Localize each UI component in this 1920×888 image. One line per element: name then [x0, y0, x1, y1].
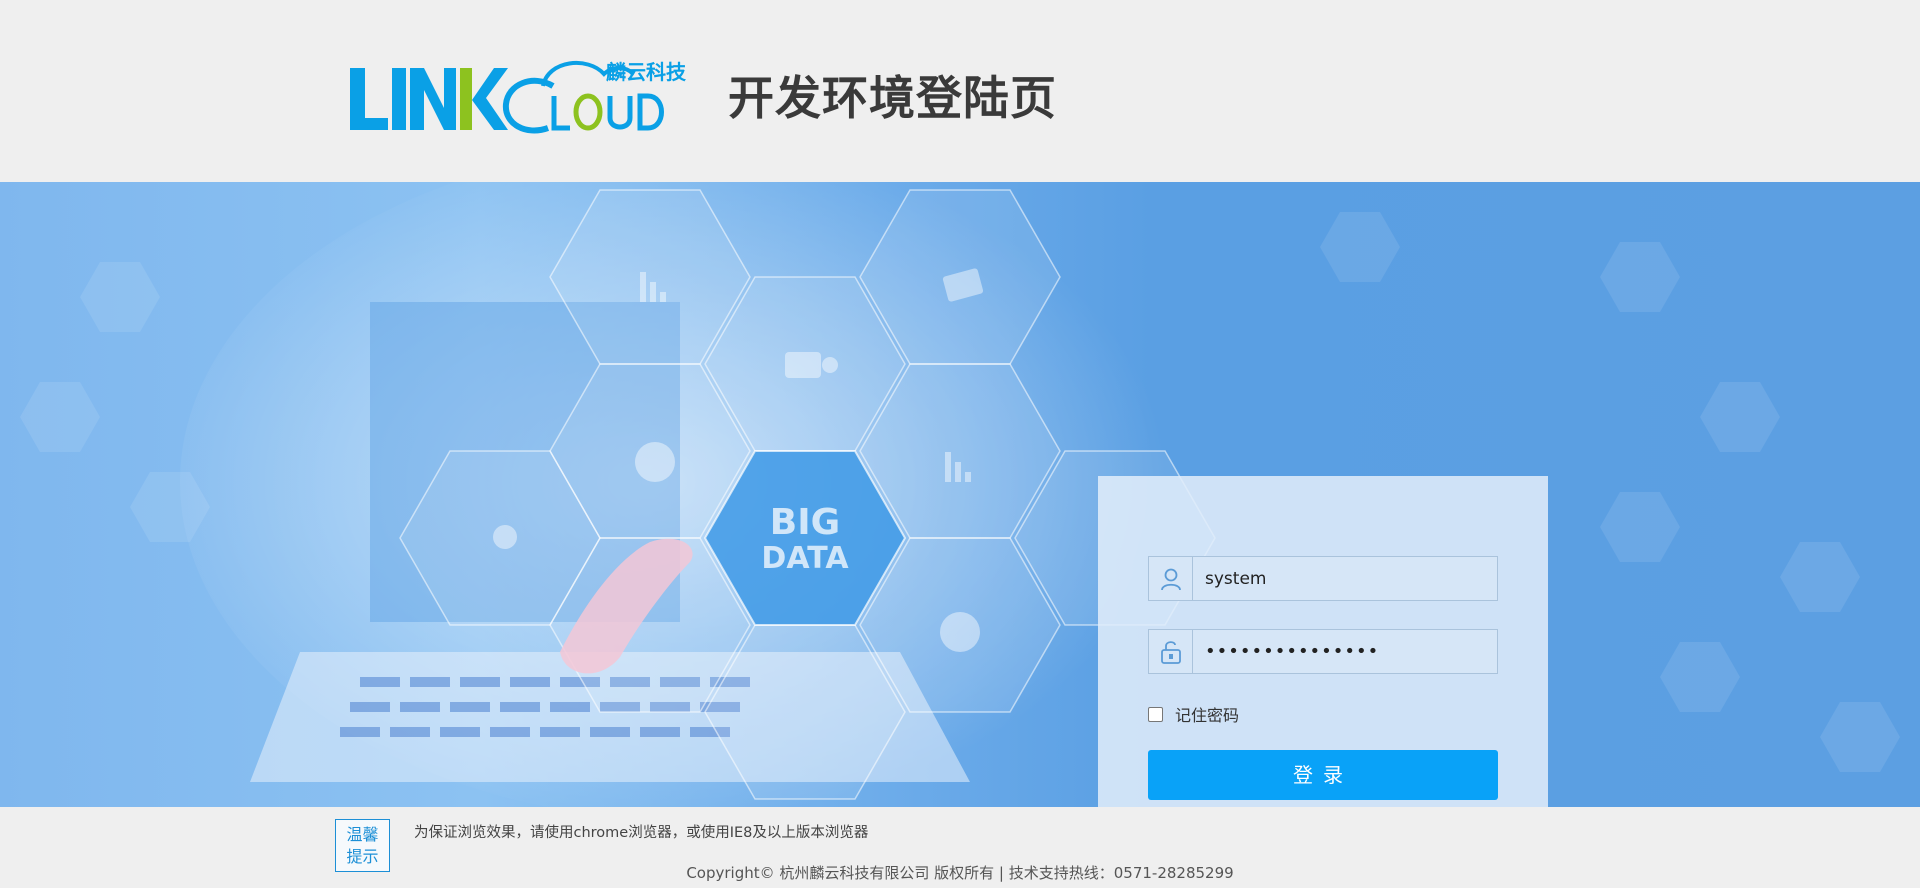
unlock-icon — [1149, 630, 1193, 673]
linkcloud-logo: 麟云科技 — [348, 56, 698, 136]
bigdata-label-line2: DATA — [761, 541, 849, 576]
remember-label: 记住密码 — [1175, 706, 1240, 725]
password-field-group — [1148, 629, 1498, 674]
browser-tip-text: 为保证浏览效果，请使用chrome浏览器，或使用IE8及以上版本浏览器 — [414, 825, 869, 841]
hero-banner: BIG DATA system ••••••••••••••• 记住密码 登录 — [0, 182, 1920, 807]
logo-graphic: 麟云科技 — [350, 60, 687, 134]
login-panel: 记住密码 登录 — [1098, 476, 1548, 807]
bigdata-label-line1: BIG — [770, 502, 840, 543]
remember-checkbox[interactable] — [1148, 706, 1163, 722]
footer: 温馨 提示 为保证浏览效果，请使用chrome浏览器，或使用IE8及以上版本浏览… — [0, 807, 1920, 888]
bigdata-illustration: BIG DATA — [20, 182, 1900, 807]
remember-password[interactable]: 记住密码 — [1148, 702, 1239, 726]
username-field-group — [1148, 556, 1498, 601]
tip-badge-line1: 温馨 — [346, 825, 379, 844]
user-icon — [1149, 557, 1193, 600]
username-input[interactable] — [1193, 557, 1497, 600]
header: 麟云科技 开发环境登陆页 — [0, 0, 1920, 182]
password-input[interactable] — [1193, 630, 1497, 673]
page-title: 开发环境登陆页 — [728, 71, 1057, 125]
logo-cn-text: 麟云科技 — [606, 60, 687, 84]
login-button[interactable]: 登录 — [1148, 750, 1498, 800]
copyright-text: Copyright© 杭州麟云科技有限公司 版权所有 | 技术支持热线：0571… — [686, 864, 1234, 882]
